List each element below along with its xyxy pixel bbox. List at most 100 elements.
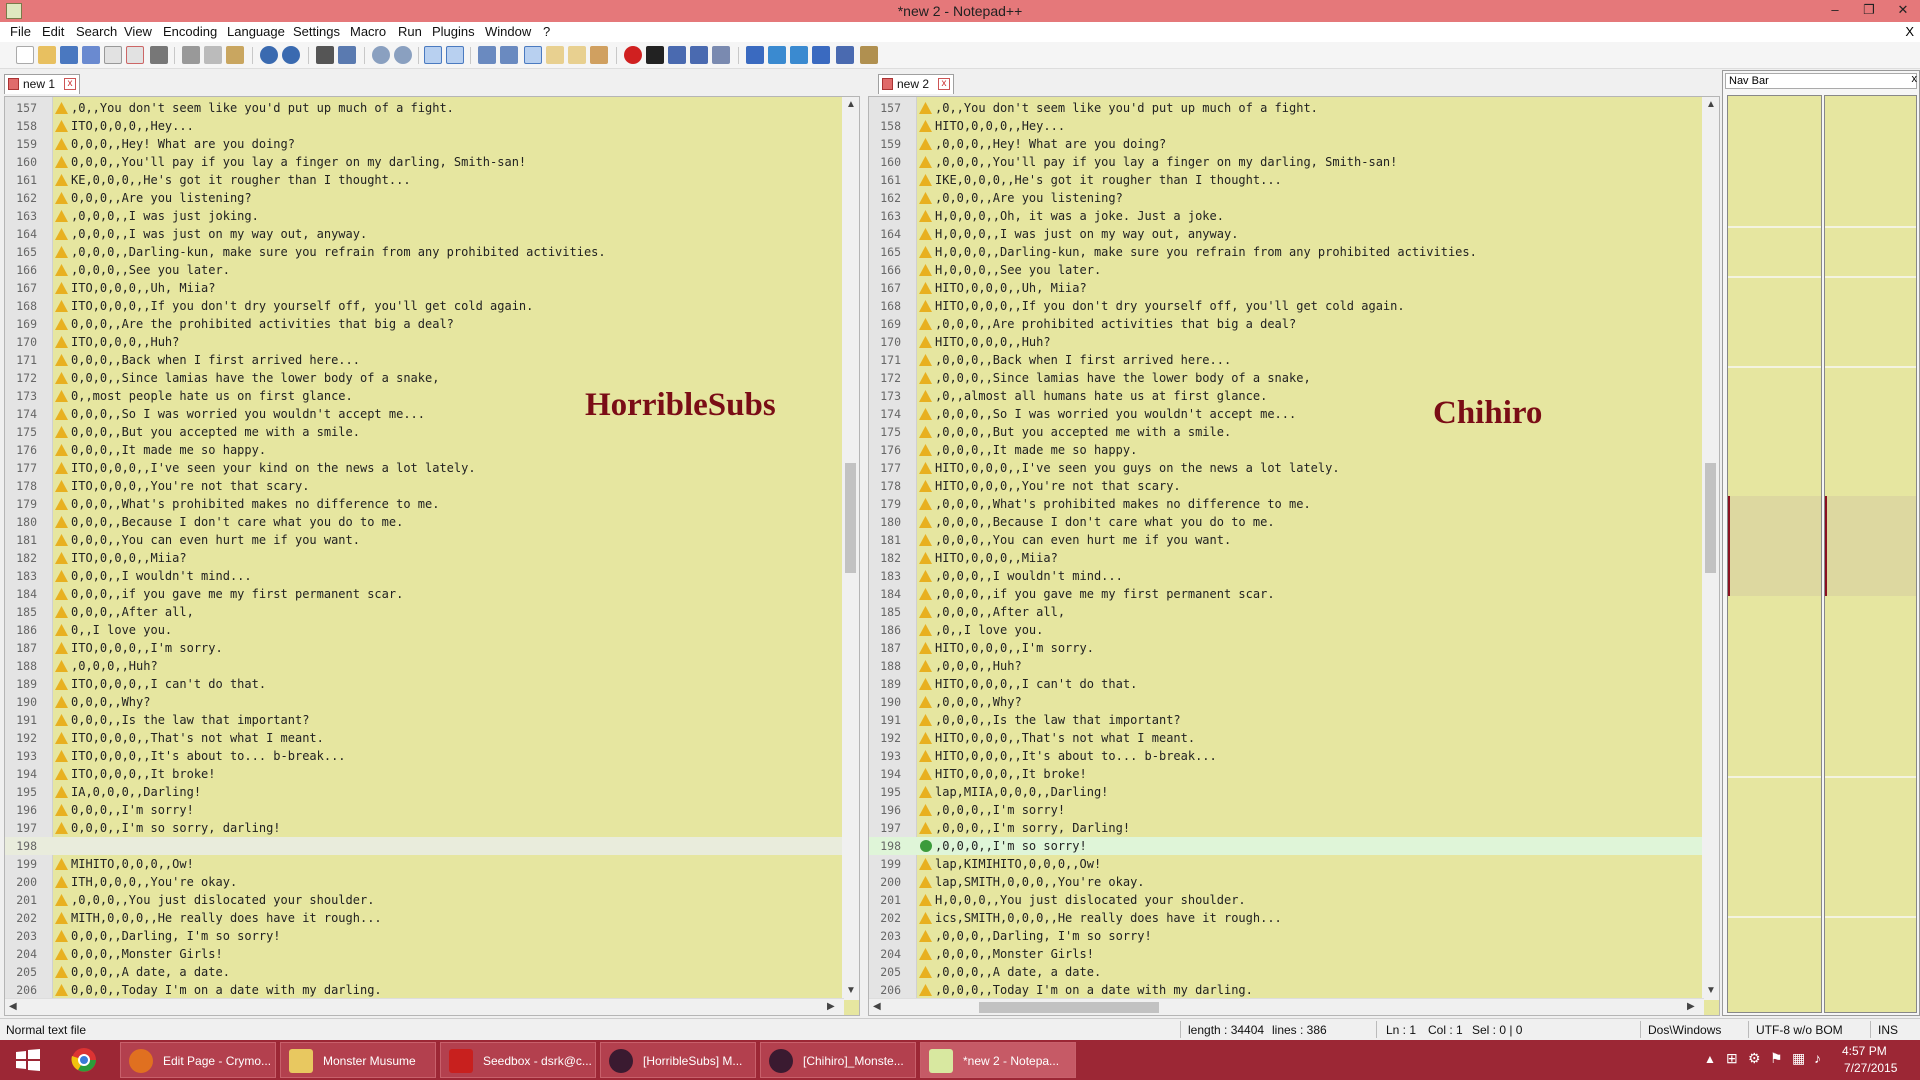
menu-run[interactable]: Run <box>398 24 422 39</box>
tab-new-1[interactable]: new 1 x <box>4 74 80 94</box>
editor-line[interactable]: 177 HITO,0,0,0,,I've seen you guys on the… <box>869 459 1719 477</box>
editor-line[interactable]: 165 H,0,0,0,,Darling-kun, make sure you r… <box>869 243 1719 261</box>
taskbar-item-filezilla[interactable]: Seedbox - dsrk@c... <box>440 1042 596 1078</box>
taskbar-item-notepadpp[interactable]: *new 2 - Notepa... <box>920 1042 1076 1078</box>
editor-line[interactable]: 175 0,0,0,,But you accepted me with a smi… <box>5 423 859 441</box>
left-vertical-scrollbar[interactable]: ▲ ▼ <box>842 97 859 1000</box>
run-macro-multiple-icon[interactable] <box>690 46 708 64</box>
editor-line[interactable]: 188 ,0,0,0,,Huh? <box>869 657 1719 675</box>
editor-line[interactable]: 161 IKE,0,0,0,,He's got it rougher than I… <box>869 171 1719 189</box>
sync-horizontal-icon[interactable] <box>446 46 464 64</box>
editor-line[interactable]: 182 ITO,0,0,0,,Miia? <box>5 549 859 567</box>
editor-line[interactable]: 178 HITO,0,0,0,,You're not that scary. <box>869 477 1719 495</box>
save-all-icon[interactable] <box>82 46 100 64</box>
editor-line[interactable]: 180 ,0,0,0,,Because I don't care what you… <box>869 513 1719 531</box>
scroll-up-arrow-icon[interactable]: ▲ <box>846 99 856 110</box>
editor-line[interactable]: 185 0,0,0,,After all, <box>5 603 859 621</box>
show-hidden-icons-chevron-icon[interactable]: ▲ <box>1704 1052 1716 1066</box>
editor-line[interactable]: 205 ,0,0,0,,A date, a date. <box>869 963 1719 981</box>
editor-line[interactable]: 160 ,0,0,0,,You'll pay if you lay a finge… <box>869 153 1719 171</box>
editor-line[interactable]: 168 ITO,0,0,0,,If you don't dry yourself … <box>5 297 859 315</box>
editor-line[interactable]: 163 H,0,0,0,,Oh, it was a joke. Just a jo… <box>869 207 1719 225</box>
action-center-flag-icon[interactable]: ⚑ <box>1770 1050 1783 1067</box>
editor-line[interactable]: 180 0,0,0,,Because I don't care what you … <box>5 513 859 531</box>
menu-language[interactable]: Language <box>227 24 285 39</box>
word-wrap-icon[interactable] <box>478 46 496 64</box>
right-vertical-scrollbar[interactable]: ▲ ▼ <box>1702 97 1719 1000</box>
right-editor[interactable]: 157 ,0,,You don't seem like you'd put up … <box>868 96 1720 1016</box>
editor-line[interactable]: 173 ,0,,almost all humans hate us at firs… <box>869 387 1719 405</box>
right-horizontal-scrollbar[interactable]: ◀ ▶ <box>869 998 1704 1015</box>
system-tray-icon[interactable]: ⊞ <box>1726 1050 1738 1067</box>
editor-line[interactable]: 159 0,0,0,,Hey! What are you doing? <box>5 135 859 153</box>
editor-line[interactable]: 158 ITO,0,0,0,,Hey... <box>5 117 859 135</box>
next-diff-icon[interactable] <box>790 46 808 64</box>
editor-line[interactable]: 171 0,0,0,,Back when I first arrived here… <box>5 351 859 369</box>
cut-icon[interactable] <box>182 46 200 64</box>
menu-help[interactable]: ? <box>543 24 550 39</box>
editor-line[interactable]: 202 MITH,0,0,0,,He really does have it ro… <box>5 909 859 927</box>
save-macro-icon[interactable] <box>712 46 730 64</box>
scroll-thumb[interactable] <box>1705 463 1716 573</box>
menu-file[interactable]: File <box>10 24 31 39</box>
show-all-characters-icon[interactable] <box>500 46 518 64</box>
taskbar-item-firefox[interactable]: Edit Page - Crymo... <box>120 1042 276 1078</box>
editor-line[interactable]: 192 ITO,0,0,0,,That's not what I meant. <box>5 729 859 747</box>
plugin-icon[interactable] <box>860 46 878 64</box>
replace-icon[interactable] <box>338 46 356 64</box>
editor-line[interactable]: 203 ,0,0,0,,Darling, I'm so sorry! <box>869 927 1719 945</box>
editor-line[interactable]: 191 0,0,0,,Is the law that important? <box>5 711 859 729</box>
editor-line[interactable]: 172 0,0,0,,Since lamias have the lower bo… <box>5 369 859 387</box>
editor-line[interactable]: 162 ,0,0,0,,Are you listening? <box>869 189 1719 207</box>
zoom-out-icon[interactable] <box>394 46 412 64</box>
editor-line[interactable]: 177 ITO,0,0,0,,I've seen your kind on the… <box>5 459 859 477</box>
editor-line[interactable]: 160 0,0,0,,You'll pay if you lay a finger… <box>5 153 859 171</box>
editor-line[interactable]: 168 HITO,0,0,0,,If you don't dry yourself… <box>869 297 1719 315</box>
menu-plugins[interactable]: Plugins <box>432 24 475 39</box>
nav-bar-left-column[interactable] <box>1727 95 1822 1013</box>
editor-line[interactable]: 157 ,0,,You don't seem like you'd put up … <box>869 99 1719 117</box>
editor-line[interactable]: 200 ITH,0,0,0,,You're okay. <box>5 873 859 891</box>
spell-check-icon[interactable] <box>836 46 854 64</box>
volume-icon[interactable]: ♪ <box>1814 1050 1821 1066</box>
editor-line[interactable]: 198 ,0,0,0,,I'm so sorry! <box>869 837 1719 855</box>
editor-line[interactable]: 164 ,0,0,0,,I was just on my way out, any… <box>5 225 859 243</box>
left-editor[interactable]: 157 ,0,,You don't seem like you'd put up … <box>4 96 860 1016</box>
close-tab-icon[interactable]: x <box>64 78 76 90</box>
editor-line[interactable]: 203 0,0,0,,Darling, I'm so sorry! <box>5 927 859 945</box>
horizontal-scroll-thumb[interactable] <box>979 1002 1159 1013</box>
editor-line[interactable]: 172 ,0,0,0,,Since lamias have the lower b… <box>869 369 1719 387</box>
zoom-in-icon[interactable] <box>372 46 390 64</box>
editor-line[interactable]: 159 ,0,0,0,,Hey! What are you doing? <box>869 135 1719 153</box>
editor-line[interactable]: 165 ,0,0,0,,Darling-kun, make sure you re… <box>5 243 859 261</box>
editor-line[interactable]: 195 IA,0,0,0,,Darling! <box>5 783 859 801</box>
editor-line[interactable]: 206 0,0,0,,Today I'm on a date with my da… <box>5 981 859 999</box>
editor-line[interactable]: 197 0,0,0,,I'm so sorry, darling! <box>5 819 859 837</box>
editor-line[interactable]: 187 HITO,0,0,0,,I'm sorry. <box>869 639 1719 657</box>
editor-line[interactable]: 167 HITO,0,0,0,,Uh, Miia? <box>869 279 1719 297</box>
close-all-icon[interactable] <box>126 46 144 64</box>
paste-icon[interactable] <box>226 46 244 64</box>
undo-icon[interactable] <box>260 46 278 64</box>
print-icon[interactable] <box>150 46 168 64</box>
editor-line[interactable]: 186 ,0,,I love you. <box>869 621 1719 639</box>
editor-line[interactable]: 198 <box>5 837 859 855</box>
clock-date[interactable]: 7/27/2015 <box>1844 1061 1897 1075</box>
editor-line[interactable]: 179 0,0,0,,What's prohibited makes no dif… <box>5 495 859 513</box>
tab-new-2[interactable]: new 2 x <box>878 74 954 94</box>
editor-line[interactable]: 175 ,0,0,0,,But you accepted me with a sm… <box>869 423 1719 441</box>
record-macro-icon[interactable] <box>624 46 642 64</box>
editor-line[interactable]: 166 ,0,0,0,,See you later. <box>5 261 859 279</box>
editor-line[interactable]: 174 ,0,0,0,,So I was worried you wouldn't… <box>869 405 1719 423</box>
indent-guide-icon[interactable] <box>524 46 542 64</box>
editor-line[interactable]: 167 ITO,0,0,0,,Uh, Miia? <box>5 279 859 297</box>
editor-line[interactable]: 178 ITO,0,0,0,,You're not that scary. <box>5 477 859 495</box>
stop-macro-icon[interactable] <box>646 46 664 64</box>
menu-settings[interactable]: Settings <box>293 24 340 39</box>
scroll-down-arrow-icon[interactable]: ▼ <box>846 985 856 996</box>
editor-line[interactable]: 170 ITO,0,0,0,,Huh? <box>5 333 859 351</box>
editor-line[interactable]: 164 H,0,0,0,,I was just on my way out, an… <box>869 225 1719 243</box>
close-document-icon[interactable]: X <box>1905 24 1914 39</box>
scroll-up-arrow-icon[interactable]: ▲ <box>1706 99 1716 110</box>
copy-icon[interactable] <box>204 46 222 64</box>
